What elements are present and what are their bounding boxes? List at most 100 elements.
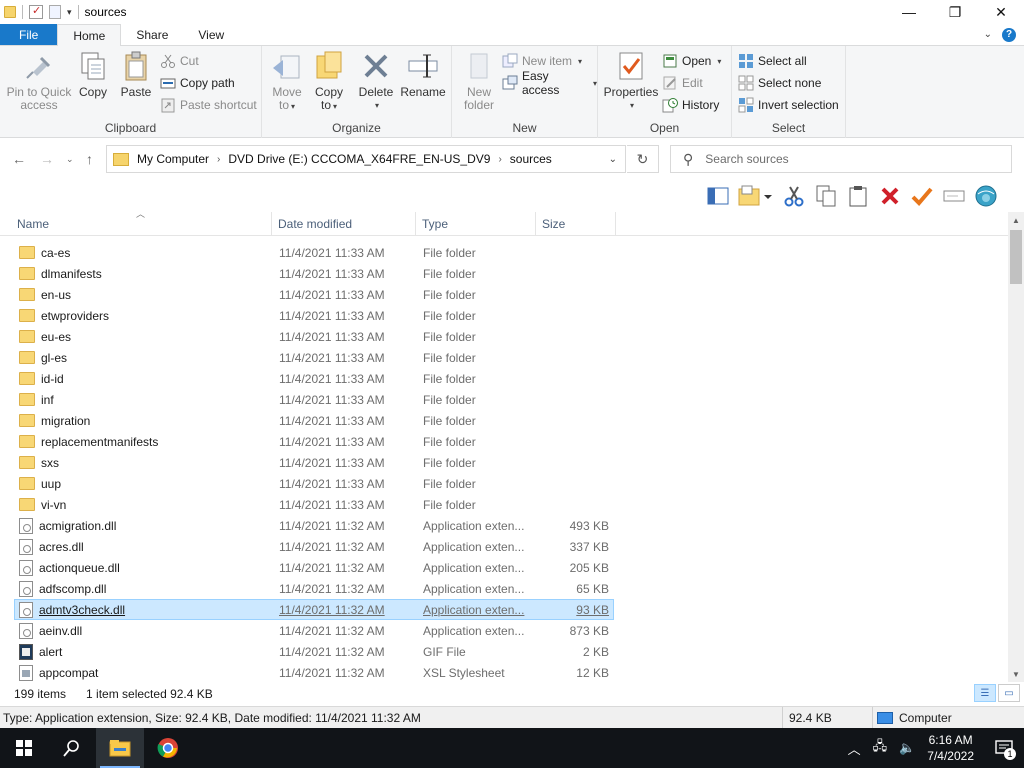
- search-input[interactable]: ⚲ Search sources: [670, 145, 1012, 173]
- address-dropdown-chevron-icon[interactable]: ⌄: [609, 154, 617, 165]
- scissors-icon[interactable]: [782, 184, 806, 208]
- search-button[interactable]: [48, 728, 96, 768]
- file-row[interactable]: etwproviders 11/4/2021 11:33 AM File folde…: [14, 305, 614, 326]
- back-arrow-icon[interactable]: ←: [12, 151, 26, 167]
- chevron-right-icon[interactable]: ›: [498, 154, 501, 165]
- file-name-cell[interactable]: replacementmanifests: [15, 431, 273, 452]
- file-name-cell[interactable]: aeinv.dll: [15, 620, 273, 641]
- rename-button[interactable]: Rename: [400, 50, 446, 99]
- volume-icon[interactable]: 🔈: [899, 740, 915, 756]
- tab-view[interactable]: View: [183, 24, 239, 45]
- file-name-cell[interactable]: id-id: [15, 368, 273, 389]
- file-name-cell[interactable]: actionqueue.dll: [15, 557, 273, 578]
- recent-locations-chevron-icon[interactable]: ⌄: [66, 154, 74, 165]
- show-hidden-icons-chevron-icon[interactable]: ︿: [848, 739, 861, 758]
- file-name-cell[interactable]: ca-es: [15, 242, 273, 263]
- file-row[interactable]: gl-es 11/4/2021 11:33 AM File folder: [14, 347, 614, 368]
- details-view-icon[interactable]: ☰: [974, 684, 996, 702]
- column-size[interactable]: Size: [536, 212, 616, 236]
- file-name-cell[interactable]: appcompat: [15, 662, 273, 683]
- open-button[interactable]: Open ▾: [662, 51, 721, 71]
- copy-path-button[interactable]: Copy path: [160, 73, 235, 93]
- file-row[interactable]: uup 11/4/2021 11:33 AM File folder: [14, 473, 614, 494]
- file-name-cell[interactable]: vi-vn: [15, 494, 273, 515]
- file-row[interactable]: aeinv.dll 11/4/2021 11:32 AM Application e…: [14, 620, 614, 641]
- copy-to-button[interactable]: Copy to ▾: [312, 50, 346, 113]
- paste-button[interactable]: Paste: [118, 50, 154, 99]
- file-row[interactable]: actionqueue.dll 11/4/2021 11:32 AM Applica…: [14, 557, 614, 578]
- file-row[interactable]: alert 11/4/2021 11:32 AM GIF File 2 KB: [14, 641, 614, 662]
- history-button[interactable]: History: [662, 95, 719, 115]
- preview-pane-icon[interactable]: [706, 184, 730, 208]
- column-name[interactable]: ︿ Name: [0, 209, 272, 236]
- clock[interactable]: 6:16 AM 7/4/2022: [927, 732, 974, 764]
- new-folder-button[interactable]: New folder: [460, 50, 498, 112]
- file-row[interactable]: acmigration.dll 11/4/2021 11:32 AM Applica…: [14, 515, 614, 536]
- select-all-button[interactable]: Select all: [738, 51, 807, 71]
- file-row[interactable]: dlmanifests 11/4/2021 11:33 AM File folder: [14, 263, 614, 284]
- network-icon[interactable]: 🖧: [873, 737, 888, 759]
- globe-icon[interactable]: [974, 184, 998, 208]
- breadcrumb-dvd-drive[interactable]: DVD Drive (E:) CCCOMA_X64FRE_EN-US_DV9: [228, 152, 490, 166]
- chevron-down-icon[interactable]: ⌄: [984, 29, 992, 40]
- cut-button[interactable]: Cut: [160, 51, 199, 71]
- paste-shortcut-button[interactable]: Paste shortcut: [160, 95, 257, 115]
- file-name-cell[interactable]: eu-es: [15, 326, 273, 347]
- refresh-button[interactable]: ↻: [627, 145, 659, 173]
- properties-quick-icon[interactable]: [29, 4, 43, 19]
- tab-home[interactable]: Home: [57, 24, 122, 46]
- rename-field-icon[interactable]: [942, 184, 966, 208]
- file-name-cell[interactable]: etwproviders: [15, 305, 273, 326]
- file-name-cell[interactable]: adfscomp.dll: [15, 578, 273, 599]
- copy-icon[interactable]: [814, 184, 838, 208]
- scroll-up-arrow-icon[interactable]: ▲: [1008, 212, 1024, 228]
- file-name-cell[interactable]: admtv3check.dll: [15, 599, 273, 620]
- file-name-cell[interactable]: sxs: [15, 452, 273, 473]
- maximize-button[interactable]: ❐: [932, 0, 978, 24]
- close-button[interactable]: ✕: [978, 0, 1024, 24]
- properties-button[interactable]: Properties ▾: [604, 50, 658, 112]
- vertical-scrollbar[interactable]: ▲ ▼: [1008, 212, 1024, 682]
- new-item-button[interactable]: New item ▾: [502, 51, 582, 71]
- column-date-modified[interactable]: Date modified: [272, 212, 416, 236]
- file-name-cell[interactable]: inf: [15, 389, 273, 410]
- large-icons-view-icon[interactable]: ▭: [998, 684, 1020, 702]
- file-name-cell[interactable]: acmigration.dll: [15, 515, 273, 536]
- checkmark-icon[interactable]: [910, 184, 934, 208]
- new-folder-quick-icon[interactable]: [49, 5, 61, 19]
- edit-button[interactable]: Edit: [662, 73, 703, 93]
- notifications-button[interactable]: 1: [984, 728, 1024, 768]
- folder-view-icon[interactable]: [738, 184, 774, 208]
- column-type[interactable]: Type: [416, 212, 536, 236]
- tab-share[interactable]: Share: [121, 24, 183, 45]
- easy-access-button[interactable]: Easy access ▾: [502, 69, 597, 97]
- file-row[interactable]: acres.dll 11/4/2021 11:32 AM Application e…: [14, 536, 614, 557]
- file-row[interactable]: eu-es 11/4/2021 11:33 AM File folder: [14, 326, 614, 347]
- invert-selection-button[interactable]: Invert selection: [738, 95, 839, 115]
- file-name-cell[interactable]: uup: [15, 473, 273, 494]
- file-row[interactable]: ca-es 11/4/2021 11:33 AM File folder: [14, 242, 614, 263]
- select-none-button[interactable]: Select none: [738, 73, 821, 93]
- file-row[interactable]: sxs 11/4/2021 11:33 AM File folder: [14, 452, 614, 473]
- start-button[interactable]: [0, 728, 48, 768]
- move-to-button[interactable]: Move to ▾: [270, 50, 304, 113]
- breadcrumb-my-computer[interactable]: My Computer: [137, 152, 209, 166]
- breadcrumb-sources[interactable]: sources: [510, 152, 552, 166]
- file-row[interactable]: admtv3check.dll 11/4/2021 11:32 AM Applica…: [14, 599, 614, 620]
- pin-to-quick-access-button[interactable]: Pin to Quick access: [6, 50, 72, 112]
- taskbar-file-explorer[interactable]: [96, 728, 144, 768]
- taskbar-chrome[interactable]: [144, 728, 192, 768]
- delete-x-icon[interactable]: [878, 184, 902, 208]
- file-row[interactable]: appcompat 11/4/2021 11:32 AM XSL Styleshee…: [14, 662, 614, 683]
- file-name-cell[interactable]: alert: [15, 641, 273, 662]
- file-name-cell[interactable]: acres.dll: [15, 536, 273, 557]
- file-name-cell[interactable]: dlmanifests: [15, 263, 273, 284]
- address-bar[interactable]: My Computer › DVD Drive (E:) CCCOMA_X64F…: [106, 145, 626, 173]
- scroll-down-arrow-icon[interactable]: ▼: [1008, 666, 1024, 682]
- file-row[interactable]: migration 11/4/2021 11:33 AM File folder: [14, 410, 614, 431]
- tab-file[interactable]: File: [0, 24, 58, 45]
- file-name-cell[interactable]: en-us: [15, 284, 273, 305]
- delete-button[interactable]: Delete ▾: [358, 50, 394, 112]
- help-icon[interactable]: ?: [1002, 27, 1016, 42]
- file-row[interactable]: en-us 11/4/2021 11:33 AM File folder: [14, 284, 614, 305]
